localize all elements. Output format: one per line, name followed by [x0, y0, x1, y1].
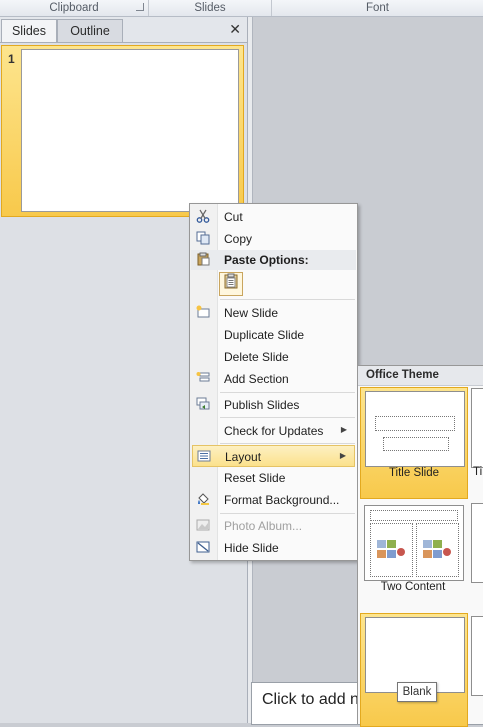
layout-name: Title Slide: [388, 467, 440, 479]
menu-item-label: Hide Slide: [224, 541, 279, 555]
placeholder-subtitle: [383, 437, 449, 451]
menu-item-label: Copy: [224, 232, 253, 246]
menu-item-label: Add Section: [224, 372, 289, 386]
publish-icon: [195, 397, 211, 413]
slide-number: 1: [8, 52, 15, 66]
menu-item-add-section[interactable]: Add Section: [192, 368, 355, 390]
layout-preview: [365, 391, 465, 467]
clipboard-icon: [196, 252, 210, 269]
paste-icon: [224, 273, 238, 289]
ribbon-group-label: Clipboard: [49, 2, 99, 14]
dialog-launcher-icon[interactable]: [136, 3, 144, 11]
tab-slides[interactable]: Slides: [1, 19, 57, 42]
placeholder-content-right: [416, 523, 459, 577]
menu-item-check-for-updates[interactable]: Check for Updates ▶: [192, 420, 355, 442]
layout-option-blank[interactable]: [360, 613, 468, 727]
layout-name-partial: Ti: [473, 466, 483, 478]
ribbon-group-font: Font: [272, 0, 483, 16]
gallery-header-label: Office Theme: [366, 369, 439, 381]
menu-item-label: Reset Slide: [224, 471, 286, 485]
placeholder-content-left: [370, 523, 413, 577]
context-menu: Cut Copy Paste Options: New Slide Duplic…: [189, 203, 358, 561]
menu-item-cut[interactable]: Cut: [192, 206, 355, 228]
layout-option-partial[interactable]: [471, 388, 483, 468]
menu-item-label: Check for Updates: [224, 424, 324, 438]
menu-item-label: Layout: [225, 450, 262, 464]
hide-slide-icon: [195, 540, 211, 556]
slide-thumbnail[interactable]: 1: [1, 45, 244, 217]
menu-item-label: Cut: [224, 210, 243, 224]
menu-separator: [220, 417, 355, 418]
layout-option-two-content[interactable]: Two Content: [360, 502, 466, 594]
paste-options-header: Paste Options:: [191, 250, 356, 270]
menu-item-hide-slide[interactable]: Hide Slide: [192, 537, 355, 559]
placeholder-title: [375, 416, 455, 431]
submenu-arrow-icon: ▶: [339, 451, 346, 460]
content-icons: [377, 540, 405, 558]
scissors-icon: [195, 209, 211, 225]
ribbon-group-labels: Clipboard Slides Font: [0, 0, 483, 17]
ribbon-group-slides: Slides: [149, 0, 272, 16]
menu-separator: [220, 513, 355, 514]
gallery-header: Office Theme: [358, 366, 483, 386]
menu-item-publish-slides[interactable]: Publish Slides: [192, 394, 355, 416]
placeholder-title: [370, 510, 458, 521]
ribbon-group-label: Slides: [194, 2, 226, 14]
paste-keep-text-button[interactable]: [219, 272, 243, 296]
layout-preview: [364, 505, 464, 581]
menu-item-photo-album: Photo Album...: [192, 515, 355, 537]
new-slide-icon: [195, 305, 211, 321]
menu-item-duplicate-slide[interactable]: Duplicate Slide: [192, 324, 355, 346]
menu-item-reset-slide[interactable]: Reset Slide: [192, 467, 355, 489]
layout-option-title-slide[interactable]: Title Slide: [360, 387, 468, 499]
layout-option-partial[interactable]: [471, 503, 483, 583]
menu-item-label: New Slide: [224, 306, 279, 320]
menu-separator: [220, 299, 355, 300]
menu-item-copy[interactable]: Copy: [192, 228, 355, 250]
menu-item-new-slide[interactable]: New Slide: [192, 302, 355, 324]
layout-icon: [196, 449, 212, 465]
slide-thumbnail-image[interactable]: [21, 49, 239, 212]
close-icon[interactable]: ✕: [229, 22, 241, 36]
ribbon-group-clipboard: Clipboard: [0, 0, 149, 16]
menu-item-format-background[interactable]: Format Background...: [192, 489, 355, 511]
menu-separator: [220, 392, 355, 393]
submenu-arrow-icon: ▶: [340, 425, 347, 434]
tooltip: Blank: [397, 682, 437, 702]
menu-item-delete-slide[interactable]: Delete Slide: [192, 346, 355, 368]
layout-gallery: Office Theme Title Slide Ti Two Content: [357, 365, 483, 727]
ribbon-group-label: Font: [365, 2, 389, 14]
menu-item-label: Delete Slide: [224, 350, 289, 364]
paint-bucket-icon: [195, 492, 211, 508]
layout-option-partial[interactable]: [471, 616, 483, 696]
copy-icon: [195, 231, 211, 247]
tab-outline[interactable]: Outline: [57, 19, 123, 42]
layout-name: Two Content: [380, 581, 446, 593]
content-icons: [423, 540, 451, 558]
add-section-icon: [195, 371, 211, 387]
menu-item-label: Format Background...: [224, 493, 340, 507]
menu-item-label: Photo Album...: [224, 519, 303, 533]
photo-album-icon: [195, 518, 211, 534]
menu-item-label: Publish Slides: [224, 398, 300, 412]
pane-tabbar: Slides Outline ✕: [0, 17, 247, 43]
menu-separator: [220, 443, 355, 444]
menu-item-layout[interactable]: Layout ▶: [192, 445, 355, 467]
paste-options-label: Paste Options:: [224, 253, 309, 267]
notes-placeholder: Click to add n: [262, 691, 359, 708]
menu-item-label: Duplicate Slide: [224, 328, 305, 342]
